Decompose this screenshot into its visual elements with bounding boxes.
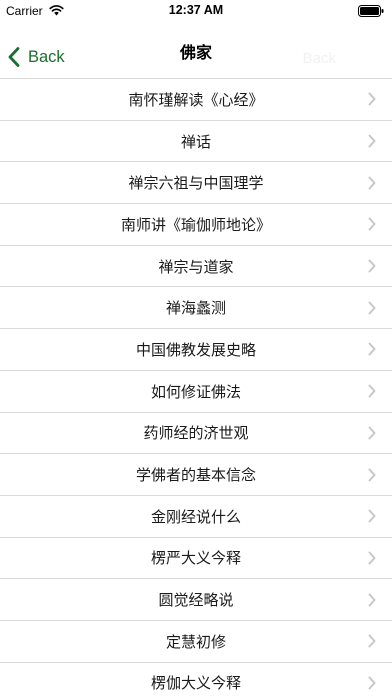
chapter-list: 南怀瑾解读《心经》 禅话禅宗六祖与中国理学 南师讲《瑜伽师地论》 禅宗与道家禅海蠡测中… (0, 78, 392, 696)
chevron-right-icon (368, 92, 376, 106)
chevron-right-icon (368, 342, 376, 356)
status-time: 12:37 AM (168, 3, 224, 17)
list-item[interactable]: 南师讲《瑜伽师地论》 (0, 204, 392, 246)
battery-icon (358, 5, 384, 17)
list-item-label: 南怀瑾解读《心经》 (128, 90, 264, 109)
list-item[interactable]: 南怀瑾解读《心经》 (0, 79, 392, 121)
chevron-right-icon (368, 134, 376, 148)
list-item[interactable]: 药师经的济世观 (0, 412, 392, 455)
list-item-label: 南师讲《瑜伽师地论》 (120, 215, 271, 234)
chevron-right-icon (368, 593, 376, 607)
list-item[interactable]: 金刚经说什么 (0, 495, 392, 538)
list-item-label: 中国佛教发展史略 (135, 340, 256, 359)
list-item-label: 如何修证佛法 (150, 382, 241, 401)
chevron-right-icon (368, 551, 376, 565)
list-item-label: 定慧初修 (165, 632, 226, 651)
list-item[interactable]: 楞严大义今释 (0, 537, 392, 580)
list-item[interactable]: 禅宗与道家 (0, 245, 392, 288)
chevron-right-icon (368, 634, 376, 648)
chevron-right-icon (368, 426, 376, 440)
chevron-right-icon (368, 509, 376, 523)
chevron-right-icon (368, 676, 376, 690)
status-bar: Carrier 12:37 AM (0, 0, 392, 22)
chevron-right-icon (368, 217, 376, 231)
list-item-label: 禅话 (180, 132, 211, 151)
navigation-bar: Back 佛家 Back (0, 22, 392, 78)
chevron-right-icon (368, 384, 376, 398)
chevron-right-icon (368, 259, 376, 273)
list-item-label: 金刚经说什么 (150, 507, 241, 526)
chevron-right-icon (368, 468, 376, 482)
ghost-back-label: Back (302, 50, 336, 67)
list-item-label: 禅宗六祖与中国理学 (128, 174, 264, 193)
list-item[interactable]: 定慧初修 (0, 620, 392, 663)
list-item-label: 楞严大义今释 (150, 549, 241, 568)
list-item-label: 楞伽大义今释 (150, 674, 241, 693)
list-item-label: 禅宗与道家 (158, 257, 234, 276)
list-item[interactable]: 如何修证佛法 (0, 370, 392, 413)
list-item-label: 药师经的济世观 (143, 424, 249, 443)
list-item[interactable]: 禅话 (0, 120, 392, 163)
chevron-right-icon (368, 301, 376, 315)
chevron-right-icon (368, 176, 376, 190)
list-item[interactable]: 禅海蠡测 (0, 287, 392, 330)
list-item-label: 学佛者的基本信念 (135, 466, 256, 485)
list-item[interactable]: 圆觉经略说 (0, 579, 392, 621)
list-item-label: 圆觉经略说 (158, 591, 234, 610)
list-item[interactable]: 楞伽大义今释 (0, 662, 392, 696)
list-item[interactable]: 学佛者的基本信念 (0, 454, 392, 496)
list-item[interactable]: 禅宗六祖与中国理学 (0, 162, 392, 205)
list-item-label: 禅海蠡测 (165, 299, 226, 318)
list-item[interactable]: 中国佛教发展史略 (0, 329, 392, 371)
